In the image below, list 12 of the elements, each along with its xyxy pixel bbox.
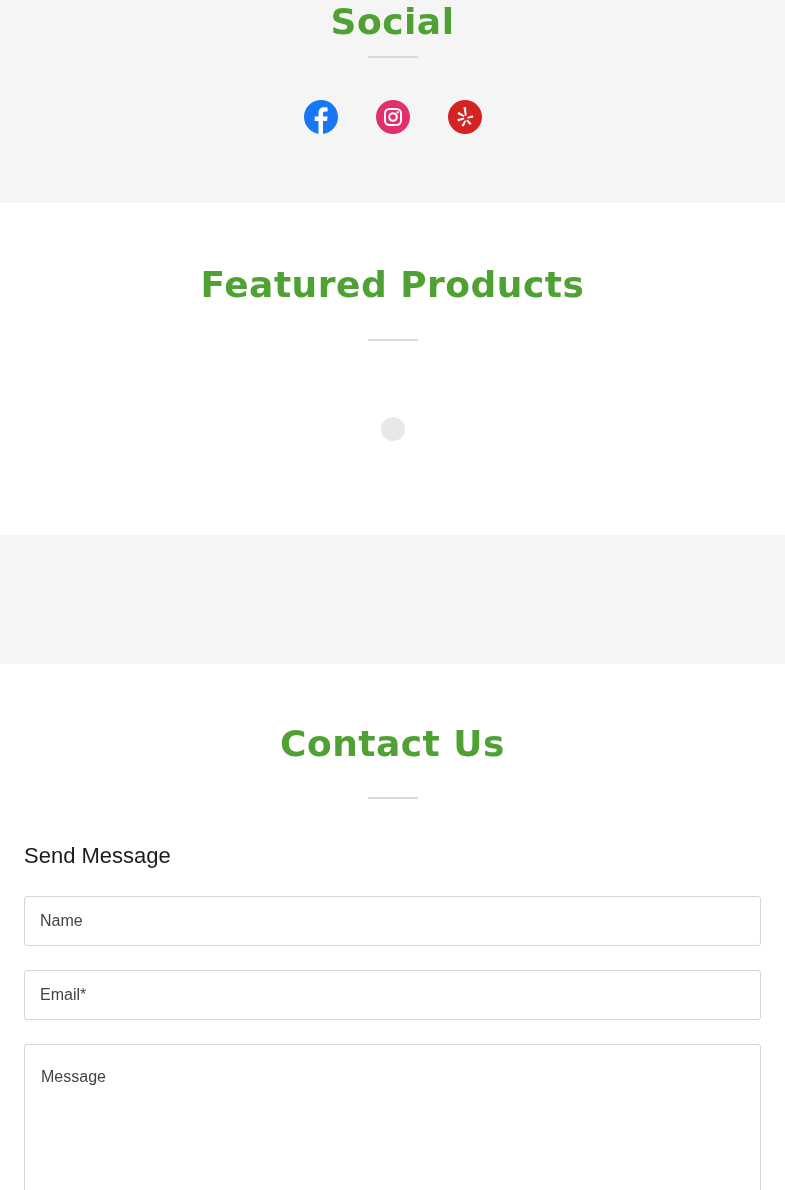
title-divider [367,339,418,341]
facebook-icon[interactable] [303,100,338,134]
text-field[interactable]: Email* [24,970,761,1020]
instagram-icon[interactable] [375,100,410,134]
yelp-icon[interactable] [447,100,482,134]
section-title: Featured Products [200,263,585,307]
text-field[interactable]: Name [24,896,761,946]
title-divider [367,797,418,799]
message-field[interactable]: Message [24,1044,761,1190]
form-title: Send Message [24,842,172,870]
section-title: Social [330,0,455,44]
section-title: Contact Us [279,722,506,766]
